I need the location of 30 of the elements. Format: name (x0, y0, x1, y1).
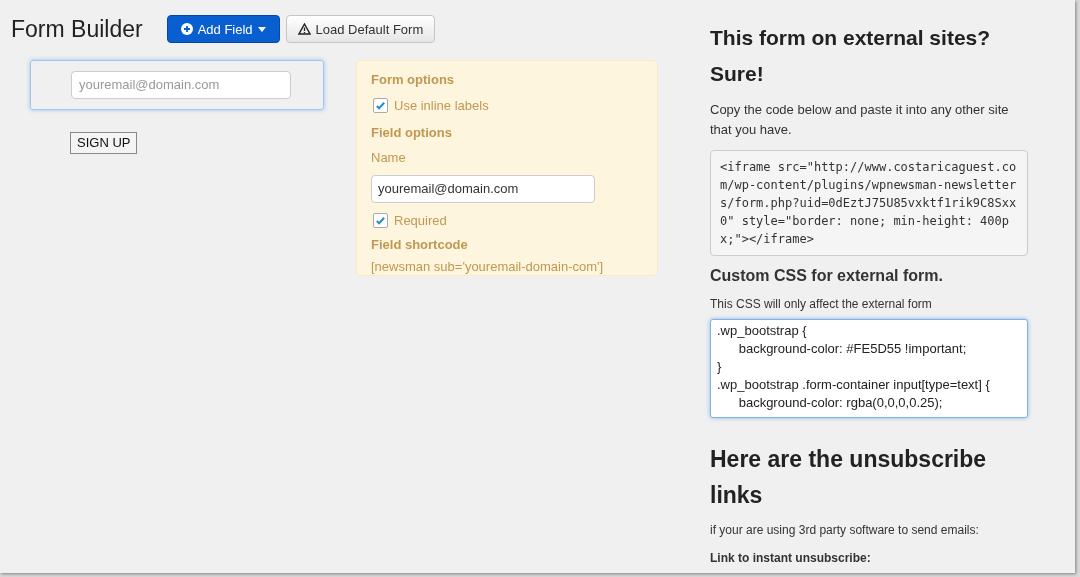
check-icon (375, 100, 386, 112)
custom-css-field[interactable]: .wp_bootstrap { background-color: #FE5D55 !important; } .wp_bootstrap .form-container input[type=text] { background-color: rgba(0,0,0,0.25); (710, 319, 1028, 418)
checkbox[interactable] (373, 98, 388, 114)
email-field[interactable]: youremail@domain.com (71, 70, 291, 99)
check-icon (375, 214, 386, 226)
custom-css-heading: Custom CSS for external form. (710, 266, 944, 286)
shortcode-text: [newsman sub='youremail-domain-com'] (371, 257, 605, 276)
warning-icon (297, 23, 311, 36)
unsubscribe-heading: Here are the unsubscribe links (710, 445, 988, 510)
checkbox[interactable] (373, 212, 388, 228)
shortcode-heading: Field shortcode (371, 236, 469, 254)
sign-up-button[interactable]: SIGN UP (70, 131, 138, 154)
form-options-heading: Form options (371, 70, 456, 89)
name-label: Name (371, 149, 407, 167)
form-preview-panel[interactable]: youremail@domain.com (30, 59, 324, 110)
embed-code-block: <iframe src="http://www.costaricaguest.com/wp-content/plugins/wpnewsman-newsletters/form.php?uid=0dEztJ75U85vxktf1rik9C8Sxx0" style="border: none; min-height: 400px;"></iframe> (710, 150, 1028, 256)
intro-text: Copy the code below and paste it into any other site that you have. (710, 101, 1010, 139)
external-sites-heading: This form on external sites? Sure! (710, 25, 992, 87)
load-default-form-button[interactable]: Load Default Form (285, 15, 436, 44)
field-options-heading: Field options (371, 123, 453, 142)
unsubscribe-note: if your are using 3rd party software to send emails: (710, 522, 980, 539)
instant-unsubscribe-label: Link to instant unsubscribe: (710, 550, 872, 567)
name-field[interactable]: youremail@domain.com (371, 174, 595, 203)
required-label: Required (394, 211, 447, 230)
caret-icon (257, 26, 266, 32)
add-field-button[interactable]: Add Field (166, 15, 280, 44)
css-note: This CSS will only affect the external form (710, 296, 933, 313)
plus-circle-icon (180, 23, 193, 36)
inline-labels-label: Use inline labels (394, 97, 489, 115)
page-title: Form Builder (11, 15, 143, 44)
